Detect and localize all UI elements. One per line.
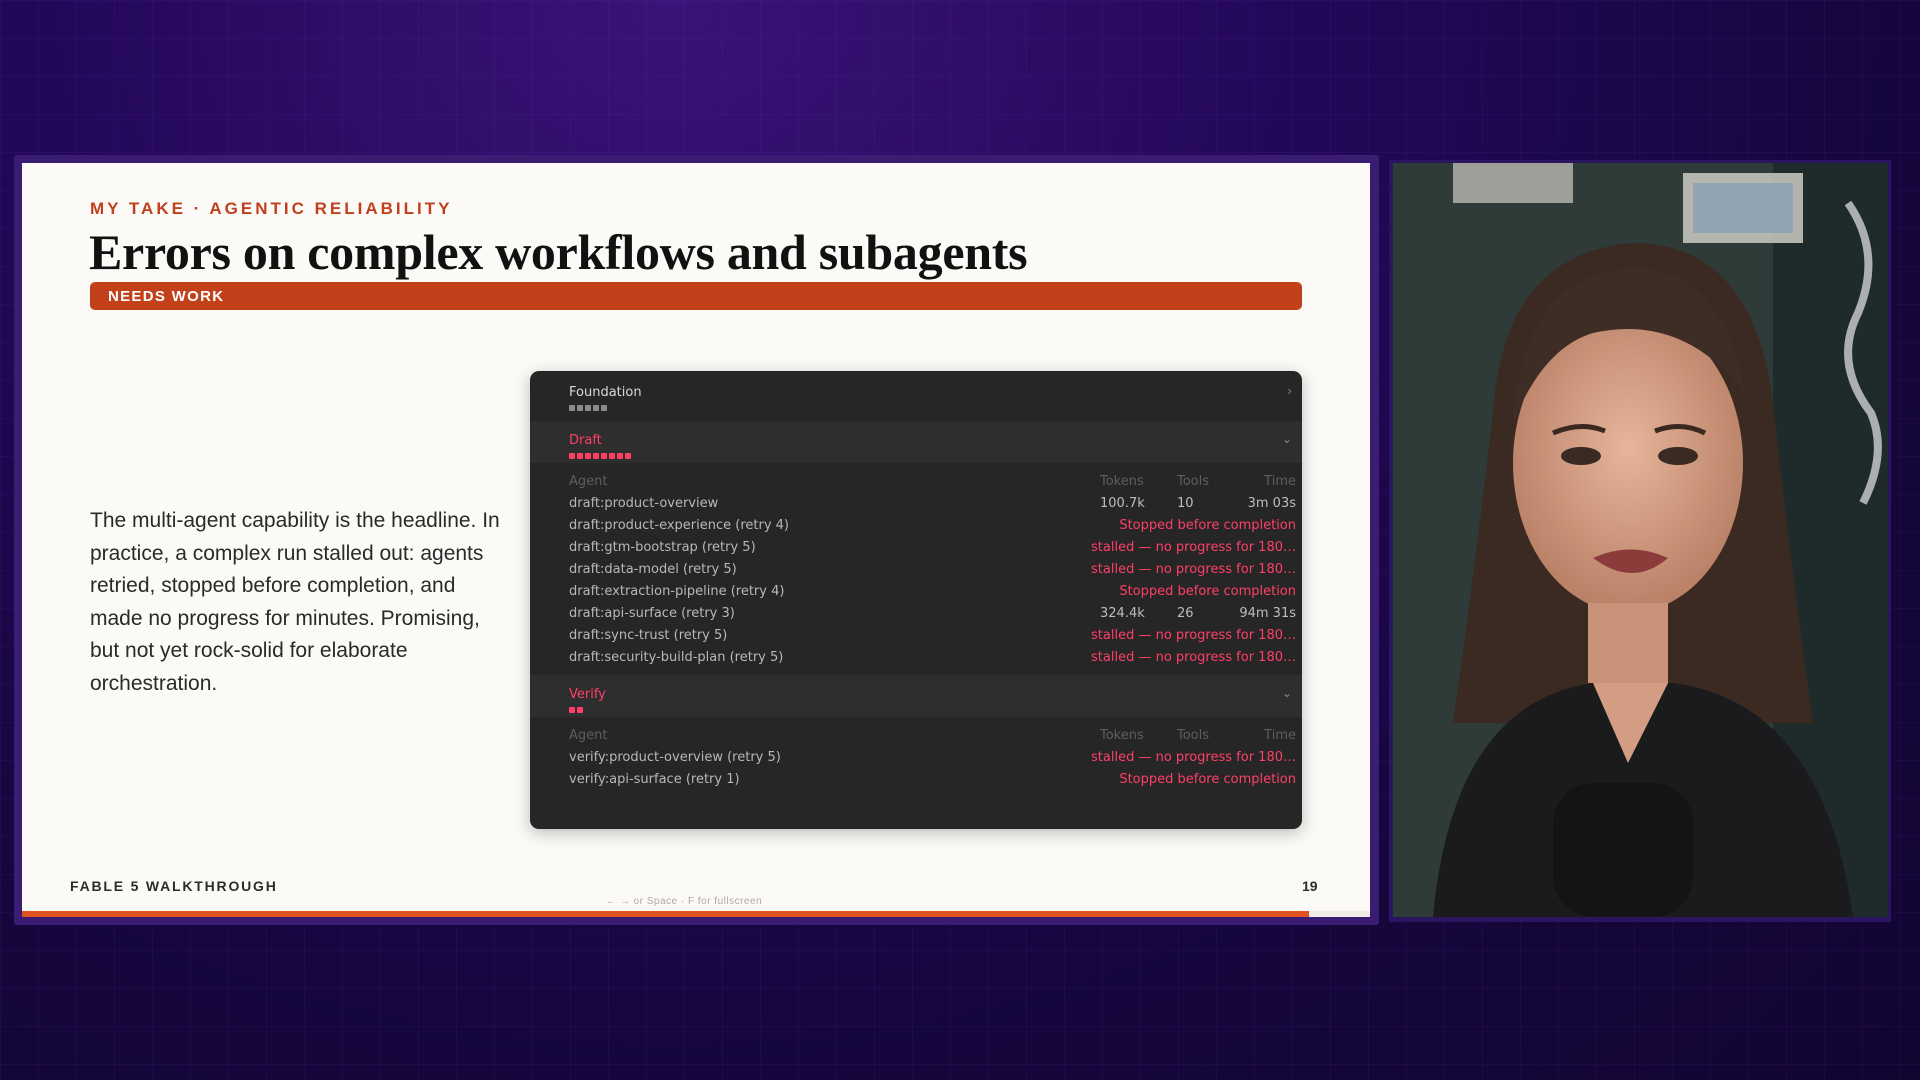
agent-status: Stopped before completion xyxy=(1119,772,1296,787)
group-progress-dots xyxy=(569,453,631,459)
agent-name: draft:api-surface (retry 3) xyxy=(569,606,735,621)
group-header-foundation[interactable]: Foundation › xyxy=(530,373,1302,415)
column-tools: Tools xyxy=(1177,474,1210,489)
agent-row[interactable]: draft:gtm-bootstrap (retry 5) stalled — n… xyxy=(530,537,1302,559)
agent-run-panel: Foundation › Draft ⌄ Agent Tokens Tools Time dra… xyxy=(530,371,1302,829)
progress-dot xyxy=(601,405,607,411)
keyboard-hint: ← → or Space · F for fullscreen xyxy=(606,896,763,907)
group-header-verify[interactable]: Verify ⌄ xyxy=(530,675,1302,717)
agent-status: stalled — no progress for 180… xyxy=(1091,650,1296,665)
status-banner: NEEDS WORK xyxy=(90,282,1302,310)
agent-tokens: 100.7k xyxy=(1100,496,1145,511)
progress-dot xyxy=(577,707,583,713)
progress-dot xyxy=(569,707,575,713)
agent-tokens: 324.4k xyxy=(1100,606,1145,621)
agent-name: draft:security-build-plan (retry 5) xyxy=(569,650,784,665)
progress-dot xyxy=(569,453,575,459)
agent-name: verify:product-overview (retry 5) xyxy=(569,750,781,765)
agent-name: draft:product-experience (retry 4) xyxy=(569,518,790,533)
group-name: Foundation xyxy=(569,385,642,400)
group-name: Draft xyxy=(569,433,602,448)
progress-dot xyxy=(577,405,583,411)
footer-deck-title: FABLE 5 WALKTHROUGH xyxy=(70,878,278,894)
agent-status: stalled — no progress for 180… xyxy=(1091,562,1296,577)
agent-row[interactable]: draft:product-overview 100.7k 10 3m 03s xyxy=(530,493,1302,515)
agent-row[interactable]: draft:api-surface (retry 3) 324.4k 26 94m 3… xyxy=(530,603,1302,625)
agent-row[interactable]: verify:api-surface (retry 1) Stopped befo… xyxy=(530,769,1302,791)
progress-dot xyxy=(601,453,607,459)
status-label: NEEDS WORK xyxy=(108,288,225,305)
agent-status: stalled — no progress for 180… xyxy=(1091,750,1296,765)
page-number: 19 xyxy=(1302,878,1318,894)
slide-eyebrow: MY TAKE · AGENTIC RELIABILITY xyxy=(90,199,453,218)
group-name: Verify xyxy=(569,687,606,702)
agent-time: 94m 31s xyxy=(1239,606,1296,621)
slide-progress-track xyxy=(22,911,1370,917)
agent-status: stalled — no progress for 180… xyxy=(1091,628,1296,643)
progress-dot xyxy=(625,453,631,459)
agent-status: stalled — no progress for 180… xyxy=(1091,540,1296,555)
progress-dot xyxy=(593,453,599,459)
agent-name: draft:gtm-bootstrap (retry 5) xyxy=(569,540,756,555)
agent-row[interactable]: draft:security-build-plan (retry 5) stall… xyxy=(530,647,1302,669)
group-progress-dots xyxy=(569,405,607,411)
presenter-illustration xyxy=(1393,163,1888,917)
column-agent: Agent xyxy=(569,474,608,489)
slide-title: Errors on complex workflows and subagent… xyxy=(89,224,1028,280)
agent-name: verify:api-surface (retry 1) xyxy=(569,772,740,787)
agent-tools: 10 xyxy=(1177,496,1194,511)
progress-dot xyxy=(569,405,575,411)
presenter-webcam xyxy=(1393,163,1888,917)
column-time: Time xyxy=(1264,474,1296,489)
progress-dot xyxy=(585,453,591,459)
group-progress-dots xyxy=(569,707,583,713)
chevron-down-icon: ⌄ xyxy=(1281,432,1292,446)
progress-dot xyxy=(617,453,623,459)
column-time: Time xyxy=(1264,728,1296,743)
column-tools: Tools xyxy=(1177,728,1210,743)
slide-progress-fill xyxy=(22,911,1310,917)
agent-name: draft:product-overview xyxy=(569,496,719,511)
progress-dot xyxy=(609,453,615,459)
progress-dot xyxy=(577,453,583,459)
agent-tools: 26 xyxy=(1177,606,1194,621)
column-agent: Agent xyxy=(569,728,608,743)
agent-row[interactable]: draft:extraction-pipeline (retry 4) Stopp… xyxy=(530,581,1302,603)
column-header-row: Agent Tokens Tools Time xyxy=(530,471,1302,493)
agent-row[interactable]: draft:sync-trust (retry 5) stalled — no p… xyxy=(530,625,1302,647)
agent-status: Stopped before completion xyxy=(1119,518,1296,533)
progress-dot xyxy=(593,405,599,411)
column-header-row: Agent Tokens Tools Time xyxy=(530,725,1302,747)
slide-body-text: The multi-agent capability is the headli… xyxy=(90,509,500,695)
chevron-down-icon: ⌄ xyxy=(1281,686,1292,700)
agent-row[interactable]: draft:product-experience (retry 4) Stoppe… xyxy=(530,515,1302,537)
chevron-right-icon: › xyxy=(1287,384,1292,398)
agent-name: draft:extraction-pipeline (retry 4) xyxy=(569,584,785,599)
agent-time: 3m 03s xyxy=(1247,496,1296,511)
agent-row[interactable]: draft:data-model (retry 5) stalled — no p… xyxy=(530,559,1302,581)
agent-row[interactable]: verify:product-overview (retry 5) stalled… xyxy=(530,747,1302,769)
presentation-slide[interactable]: MY TAKE · AGENTIC RELIABILITY Errors on … xyxy=(22,163,1370,917)
progress-dot xyxy=(585,405,591,411)
agent-name: draft:sync-trust (retry 5) xyxy=(569,628,728,643)
group-header-draft[interactable]: Draft ⌄ xyxy=(530,421,1302,463)
column-tokens: Tokens xyxy=(1100,728,1144,743)
column-tokens: Tokens xyxy=(1100,474,1144,489)
agent-status: Stopped before completion xyxy=(1119,584,1296,599)
agent-name: draft:data-model (retry 5) xyxy=(569,562,737,577)
